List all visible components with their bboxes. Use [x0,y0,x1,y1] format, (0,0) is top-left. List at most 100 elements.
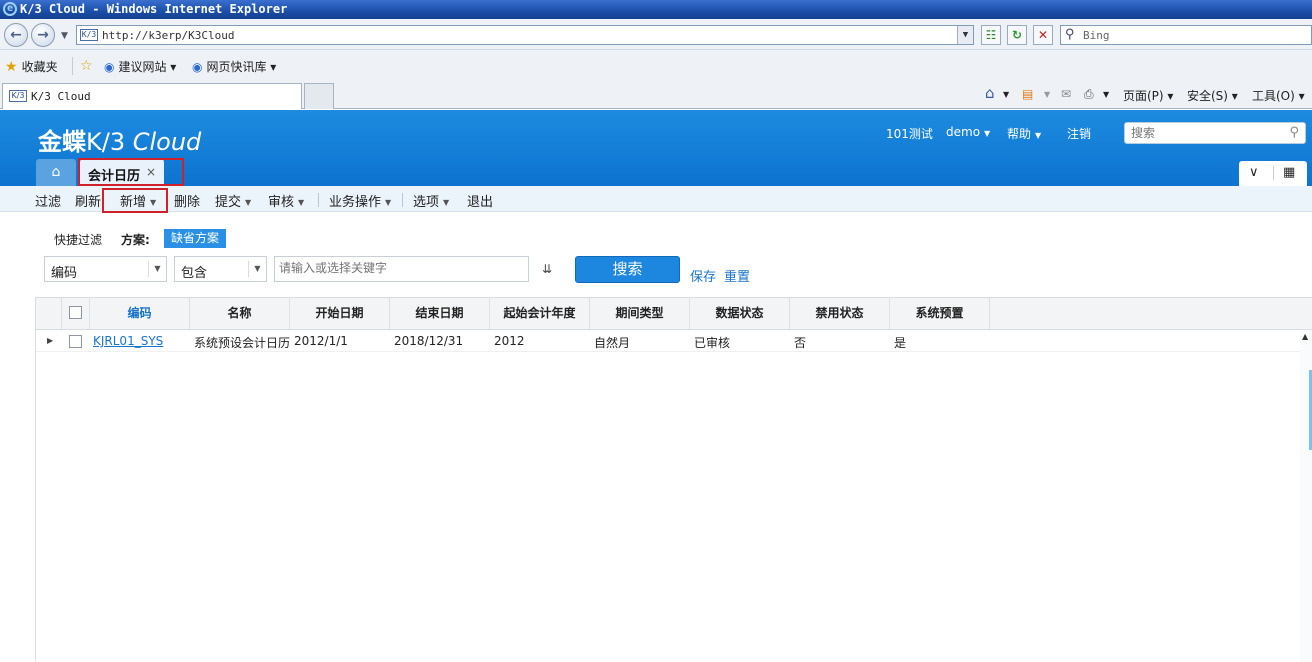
divider [318,193,319,207]
chevron-down-icon: ▼ [984,129,991,138]
column-header-disabled-status[interactable]: 禁用状态 [790,298,890,329]
address-dropdown-icon[interactable]: ▼ [957,26,973,44]
add-favorite-icon[interactable]: ☆ [80,58,93,74]
row-expand-icon[interactable]: ▶ [47,336,53,345]
column-header-data-status[interactable]: 数据状态 [690,298,790,329]
cell-data-status: 已审核 [694,336,731,350]
fav-link-label: 网页快讯库 ▾ [206,60,277,74]
home-page-icon[interactable]: ⌂ [985,84,995,102]
column-header-code[interactable]: 编码 [90,298,190,329]
toolbar-filter[interactable]: 过滤 [35,191,61,210]
grid-scrollbar[interactable]: ▲ [1300,330,1312,662]
toolbar-options[interactable]: 选项 ▼ [413,191,449,210]
keyword-box[interactable] [274,256,529,282]
scheme-default-button[interactable]: 缺省方案 [164,229,227,248]
help-menu[interactable]: 帮助 ▼ [1007,125,1041,142]
logo-cn: 金蝶 [38,128,86,156]
fav-link-webslice[interactable]: ◉ 网页快讯库 ▾ [192,58,276,75]
grid-header: 编码 名称 开始日期 结束日期 起始会计年度 期间类型 数据状态 禁用状态 系统… [36,298,1312,330]
toolbar-options-label: 选项 [413,195,440,210]
grid-view-icon[interactable]: ▦ [1283,165,1295,180]
cell-period-type: 自然月 [594,336,631,350]
forward-arrow-icon[interactable]: → [31,23,55,47]
toolbar-business-ops[interactable]: 业务操作 ▼ [329,191,391,210]
toolbar-business-ops-label: 业务操作 [329,195,382,210]
ie-logo-icon: e [3,2,17,16]
toolbar-delete[interactable]: 删除 [174,191,200,210]
print-dropdown-icon[interactable]: ▼ [1103,90,1109,99]
page-menu[interactable]: 页面(P) ▾ [1123,87,1173,104]
tools-menu[interactable]: 工具(O) ▾ [1252,87,1305,104]
expand-filter-icon[interactable]: ⇊ [542,262,552,276]
toolbar-refresh[interactable]: 刷新 [75,191,101,210]
search-icon: ⚲ [1065,27,1075,42]
history-dropdown-icon[interactable]: ▼ [61,31,68,41]
ie-page-icon: ◉ [192,60,203,74]
toolbar-audit[interactable]: 审核 ▼ [268,191,304,210]
browser-tab-title: K/3 Cloud [31,90,91,103]
column-header-system-preset[interactable]: 系统预置 [890,298,990,329]
browser-tab[interactable]: K/3 K/3 Cloud [2,83,302,109]
fav-link-suggested[interactable]: ◉ 建议网站 ▾ [104,58,176,75]
search-button[interactable]: 搜索 [575,256,680,283]
chevron-down-icon: ▼ [148,261,166,277]
compat-view-icon[interactable]: ☷ [981,25,1001,45]
favorites-label: 收藏夹 [21,60,58,74]
logout-link[interactable]: 注销 [1067,125,1091,142]
feeds-icon[interactable]: ▤ [1022,87,1033,101]
favorites-button[interactable]: ★ 收藏夹 [5,58,58,75]
toolbar-exit[interactable]: 退出 [467,191,493,210]
operator-select[interactable]: 包含 ▼ [174,256,267,282]
divider [1273,166,1274,180]
new-tab-button[interactable] [304,83,334,109]
row-checkbox[interactable] [69,335,82,348]
feeds-dropdown-icon[interactable]: ▼ [1044,90,1050,99]
reset-link[interactable]: 重置 [724,266,750,285]
chevron-down-icon: ▼ [385,198,392,207]
toolbar-submit[interactable]: 提交 ▼ [215,191,251,210]
view-switcher: ∨ ▦ [1239,161,1307,186]
search-icon[interactable]: ⚲ [1289,125,1299,140]
user-menu[interactable]: demo ▼ [946,125,990,139]
refresh-icon[interactable]: ↻ [1007,25,1027,45]
home-icon: ⌂ [51,164,61,180]
home-dropdown-icon[interactable]: ▼ [1003,90,1009,99]
column-header-period-type[interactable]: 期间类型 [590,298,690,329]
app-search-input[interactable] [1131,124,1281,142]
row-expander-header [36,298,62,329]
mail-icon[interactable]: ✉ [1061,87,1071,101]
print-icon[interactable]: ⎙ [1084,87,1094,102]
select-all-header [62,298,90,329]
collapse-chevron-icon[interactable]: ∨ [1249,165,1259,180]
cell-code[interactable]: KJRL01_SYS [93,334,163,348]
toolbar-audit-label: 审核 [268,195,295,210]
calendar-grid: 编码 名称 开始日期 结束日期 起始会计年度 期间类型 数据状态 禁用状态 系统… [35,297,1312,662]
save-scheme-link[interactable]: 保存 [690,266,716,285]
home-tab[interactable]: ⌂ [36,159,76,186]
safety-menu[interactable]: 安全(S) ▾ [1187,87,1238,104]
select-all-checkbox[interactable] [69,306,82,319]
quick-filter-label: 快捷过滤 [54,233,103,247]
column-header-end-date[interactable]: 结束日期 [390,298,490,329]
app-search-box[interactable]: ⚲ [1124,122,1306,144]
field-select-value: 编码 [51,266,78,281]
field-select[interactable]: 编码 ▼ [44,256,167,282]
help-label: 帮助 [1007,127,1032,141]
stop-icon[interactable]: ✕ [1033,25,1053,45]
keyword-input[interactable] [279,261,519,275]
cell-start-date: 2012/1/1 [294,334,348,348]
org-link[interactable]: 101测试 [886,125,933,142]
user-name: demo [946,125,981,139]
column-header-start-fiscal-year[interactable]: 起始会计年度 [490,298,590,329]
table-row[interactable]: ▶ KJRL01_SYS 系统预设会计日历 2012/1/1 2018/12/3… [36,330,1300,352]
back-arrow-icon[interactable]: ← [4,23,28,47]
browser-search-box[interactable]: ⚲ Bing [1060,25,1312,45]
chevron-down-icon: ▼ [443,198,450,207]
scroll-up-icon[interactable]: ▲ [1302,332,1308,341]
column-header-name[interactable]: 名称 [190,298,290,329]
highlight-box [102,188,168,213]
address-bar[interactable]: K/3 http://k3erp/K3Cloud ▼ [76,25,974,45]
column-header-start-date[interactable]: 开始日期 [290,298,390,329]
app-header: 金蝶K/3 Cloud 101测试 demo▼ 帮助▼ 注销 ⚲ ⌂ 会计日历 … [0,110,1312,186]
scheme-label: 方案: [121,233,150,247]
